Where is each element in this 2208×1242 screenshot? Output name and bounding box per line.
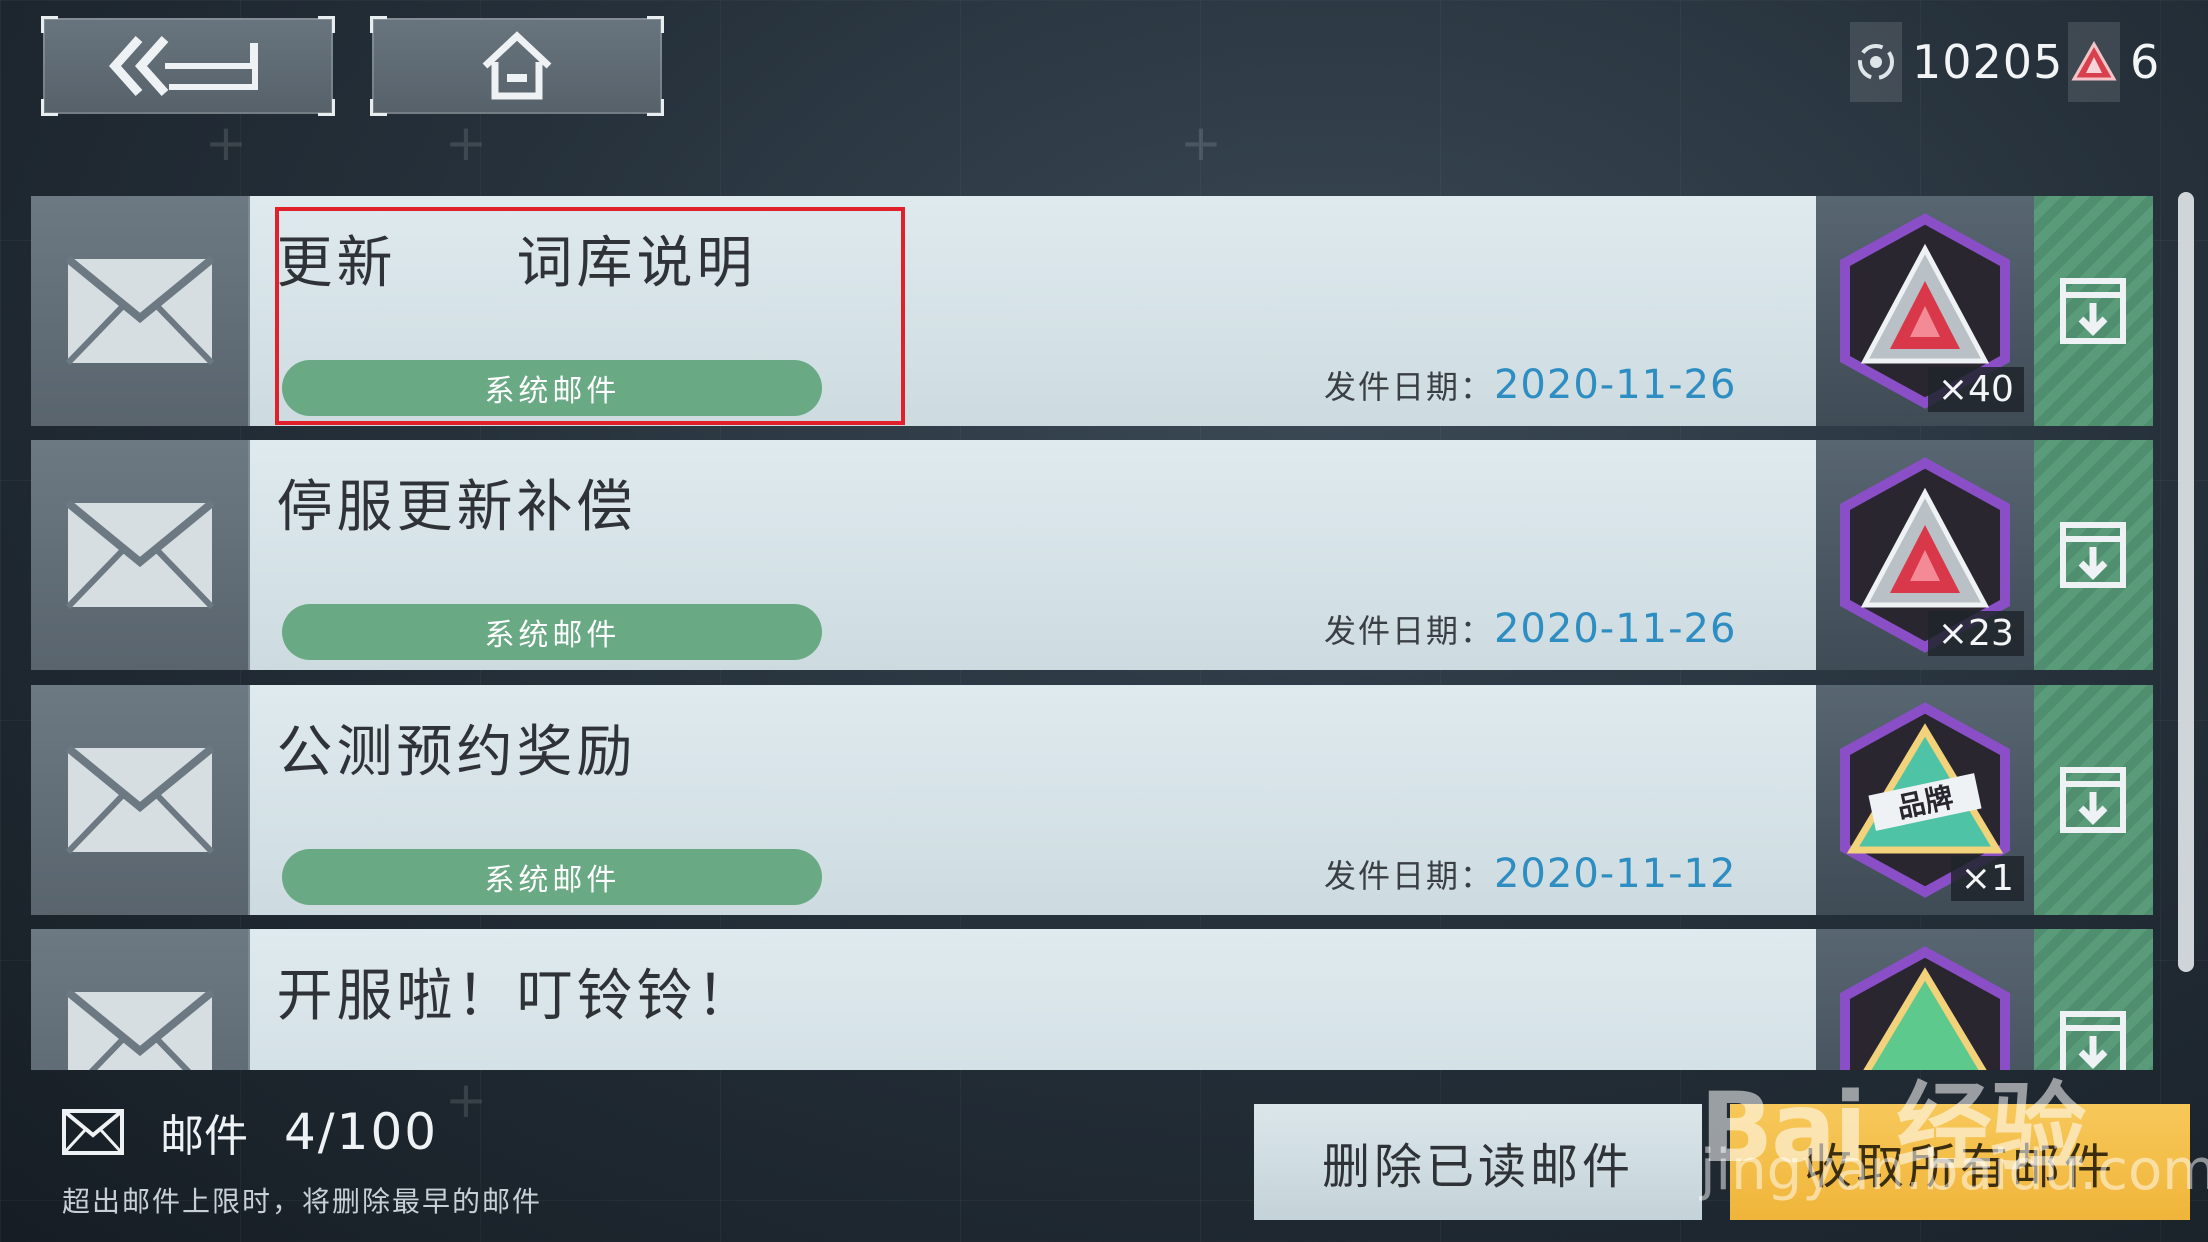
crystal-currency: 10205 <box>1850 22 2063 102</box>
mail-row[interactable]: 停服更新补偿 系统邮件 发件日期：2020-11-26 ×23 <box>31 440 2153 670</box>
reward-item[interactable]: ×40 <box>1816 196 2034 426</box>
mail-tag: 系统邮件 <box>282 604 823 660</box>
mail-title: 公测预约奖励 <box>276 720 637 785</box>
crystal-amount: 10205 <box>1912 35 2064 89</box>
envelope-icon <box>31 196 251 426</box>
reward-item[interactable]: 品牌 ×1 <box>1816 685 2034 915</box>
back-button[interactable] <box>41 16 335 116</box>
scrollbar[interactable] <box>2178 192 2194 972</box>
home-icon <box>482 31 552 100</box>
claim-mail-button[interactable] <box>2033 929 2153 1070</box>
reward-item[interactable]: ×23 <box>1816 440 2034 670</box>
claim-mail-button[interactable] <box>2033 196 2153 426</box>
envelope-icon <box>31 685 251 915</box>
download-icon <box>2060 767 2127 833</box>
plus-decoration: + <box>1180 114 1222 172</box>
delete-read-mail-button[interactable]: 删除已读邮件 <box>1254 1104 1702 1220</box>
plus-decoration: + <box>205 114 247 172</box>
plus-decoration: + <box>445 114 487 172</box>
mail-limit-note: 超出邮件上限时，将删除最早的邮件 <box>62 1185 543 1218</box>
red-triangle-gem-icon <box>2068 22 2120 102</box>
scrollbar-thumb[interactable] <box>2178 192 2194 972</box>
plus-decoration: + <box>445 1071 487 1129</box>
claim-mail-button[interactable] <box>2033 685 2153 915</box>
download-icon <box>2060 522 2127 588</box>
mail-row[interactable]: 开服啦！叮铃铃！ <box>31 929 2153 1070</box>
mail-title: 开服啦！叮铃铃！ <box>276 964 757 1029</box>
mail-counter: 邮件 4/100 <box>62 1100 438 1164</box>
mail-count: 4/100 <box>284 1103 439 1161</box>
mail-date: 发件日期：2020-11-12 <box>1323 851 1737 897</box>
mail-title: 停服更新补偿 <box>276 475 637 540</box>
envelope-icon <box>31 929 251 1070</box>
mail-tag: 系统邮件 <box>282 849 823 905</box>
double-chevron-back-icon <box>108 36 258 96</box>
envelope-icon <box>62 1109 124 1155</box>
reward-count: ×40 <box>1927 367 2024 412</box>
gem-currency: 6 <box>2068 22 2160 102</box>
mail-row[interactable]: 公测预约奖励 系统邮件 发件日期：2020-11-12 品牌 ×1 <box>31 685 2153 915</box>
envelope-icon <box>31 440 251 670</box>
reward-count: ×1 <box>1950 856 2024 901</box>
crystal-coin-icon <box>1850 22 1902 102</box>
home-button[interactable] <box>370 16 664 116</box>
mail-content[interactable]: 公测预约奖励 系统邮件 发件日期：2020-11-12 <box>250 685 1817 915</box>
mail-content[interactable]: 停服更新补偿 系统邮件 发件日期：2020-11-26 <box>250 440 1817 670</box>
reward-item[interactable] <box>1816 929 2034 1070</box>
reward-count: ×23 <box>1927 611 2024 656</box>
highlight-box <box>275 207 905 425</box>
gem-amount: 6 <box>2130 35 2161 89</box>
baidu-watermark-url: jingyan.baidu.com <box>1700 1138 2208 1203</box>
download-icon <box>2060 278 2127 344</box>
mail-content[interactable]: 开服啦！叮铃铃！ <box>250 929 1817 1070</box>
claim-mail-button[interactable] <box>2033 440 2153 670</box>
mail-date: 发件日期：2020-11-26 <box>1323 606 1737 652</box>
mail-date: 发件日期：2020-11-26 <box>1323 362 1737 408</box>
mail-label: 邮件 <box>160 1111 248 1162</box>
